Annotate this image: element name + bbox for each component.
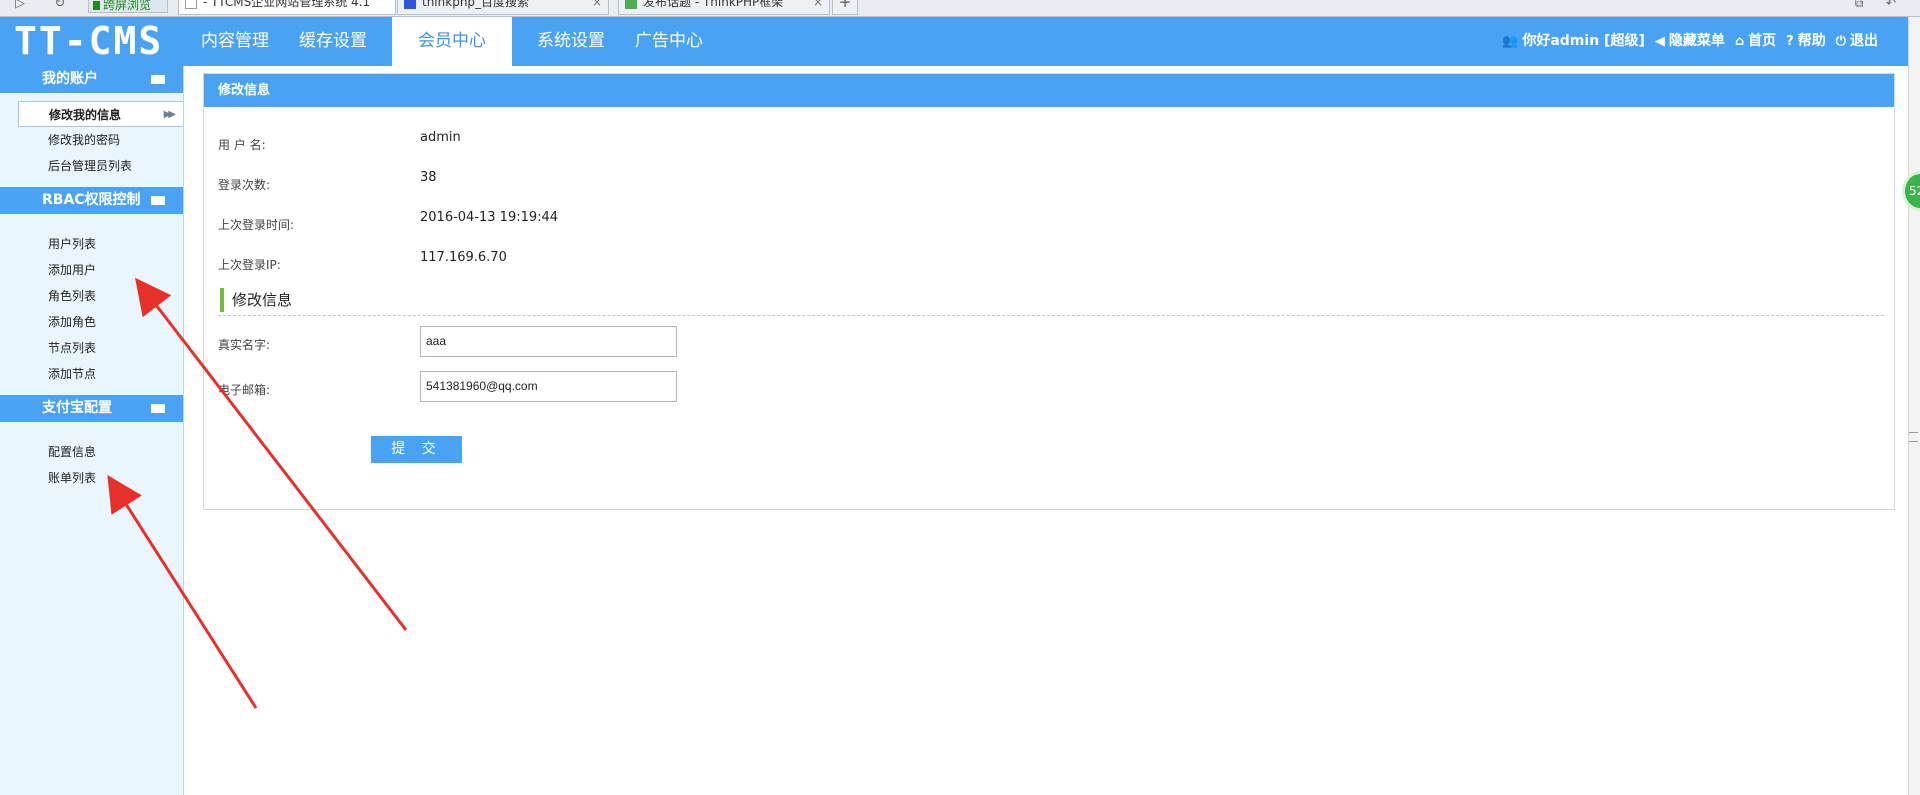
floating-badge[interactable]: 52 (1902, 171, 1920, 211)
sidebar-item-edit-my-info[interactable]: 修改我的信息 ▶▶ (18, 101, 183, 127)
close-icon[interactable]: × (813, 0, 823, 10)
username-value: admin (420, 130, 461, 145)
edit-info-panel: 修改信息 用 户 名: admin 登录次数: 38 上次登录时间: 2016-… (203, 73, 1895, 510)
section-title: 修改信息 (220, 288, 292, 312)
help-link[interactable]: 帮助 (1798, 17, 1826, 66)
page-icon (185, 0, 197, 9)
login-count-label: 登录次数: (218, 178, 271, 192)
sidebar-item-node-list[interactable]: 节点列表 (0, 335, 183, 361)
sidebar-item-add-role[interactable]: 添加角色 (0, 309, 183, 335)
sidebar-group-title: RBAC权限控制 (42, 192, 141, 208)
sidebar-group-title: 支付宝配置 (42, 400, 112, 416)
home-link[interactable]: 首页 (1748, 17, 1776, 66)
tab-label: 发布话题 - ThinkPHP框架 (643, 0, 784, 9)
email-label: 电子邮箱: (218, 383, 271, 397)
baidu-icon (404, 0, 416, 9)
tab-label: thinkphp_百度搜索 (422, 0, 530, 9)
sidebar-item-add-node[interactable]: 添加节点 (0, 361, 183, 387)
last-login-ip-value: 117.169.6.70 (420, 250, 507, 265)
right-scroll-rail[interactable] (1908, 17, 1920, 795)
help-icon: ? (1786, 34, 1794, 49)
nav-system-settings[interactable]: 系统设置 (522, 17, 620, 66)
logout-link[interactable]: 退出 (1850, 17, 1878, 66)
sidebar-item-add-user[interactable]: 添加用户 (0, 257, 183, 283)
main-nav: 内容管理 缓存设置 会员中心 系统设置 广告中心 (186, 17, 718, 66)
collapse-icon[interactable] (151, 404, 165, 413)
new-tab-button[interactable]: + (832, 0, 858, 15)
realname-label: 真实名字: (218, 338, 271, 352)
panel-title: 修改信息 (204, 74, 1894, 107)
sidebar-toggle-icon[interactable]: ▷ (10, 0, 30, 14)
browser-tab-ttcms[interactable]: - TTCMS企业网站管理系统 4.1 (178, 0, 396, 15)
submit-button[interactable]: 提 交 (371, 436, 462, 463)
sidebar-group-rbac[interactable]: RBAC权限控制 (0, 187, 183, 214)
sidebar-item-bill-list[interactable]: 账单列表 (0, 465, 183, 491)
browser-tab-thinkphp[interactable]: 发布话题 - ThinkPHP框架 × (618, 0, 830, 15)
nav-content-management[interactable]: 内容管理 (186, 17, 284, 66)
last-login-time-value: 2016-04-13 19:19:44 (420, 210, 559, 225)
browser-tab-strip: ▷ ↻ 跨屏浏览 - TTCMS企业网站管理系统 4.1 thinkphp_百度… (0, 0, 1920, 17)
sidebar-group-title: 我的账户 (42, 71, 98, 87)
close-icon[interactable]: × (592, 0, 602, 10)
last-login-time-label: 上次登录时间: (218, 218, 295, 232)
top-header: TT-CMS 内容管理 缓存设置 会员中心 系统设置 广告中心 👥 你好admi… (0, 17, 1908, 66)
user-greeting: 你好admin [超级] (1522, 33, 1645, 49)
double-arrow-icon: ▶▶ (163, 109, 177, 120)
tab-label: - TTCMS企业网站管理系统 4.1 (203, 0, 371, 9)
refresh-icon[interactable]: ↻ (50, 0, 70, 14)
browser-tab-baidu[interactable]: thinkphp_百度搜索 × (397, 0, 609, 15)
nav-ad-center[interactable]: 广告中心 (620, 17, 718, 66)
logo: TT-CMS (14, 19, 164, 63)
home-icon: ⌂ (1734, 34, 1745, 49)
nav-member-center[interactable]: 会员中心 (392, 17, 512, 66)
username-label: 用 户 名: (218, 138, 266, 152)
sidebar-item-user-list[interactable]: 用户列表 (0, 231, 183, 257)
left-arrow-icon: ◀ (1654, 34, 1665, 49)
divider (218, 315, 1884, 316)
grip-icon[interactable] (1909, 432, 1918, 442)
undo-icon[interactable]: ↶ (1882, 0, 1900, 14)
restore-icon[interactable]: ⧉ (1850, 0, 1868, 14)
edit-icon (625, 0, 637, 9)
users-icon: 👥 (1502, 34, 1519, 49)
split-browse-button[interactable]: 跨屏浏览 (88, 0, 168, 13)
form-area: 用 户 名: admin 登录次数: 38 上次登录时间: 2016-04-13… (204, 107, 1894, 510)
hide-menu-link[interactable]: 隐藏菜单 (1669, 17, 1725, 66)
collapse-icon[interactable] (151, 196, 165, 205)
collapse-icon[interactable] (151, 75, 165, 84)
user-bar: 👥 你好admin [超级] ◀ 隐藏菜单 ⌂ 首页 ? 帮助 ⏻ 退出 (1502, 17, 1884, 66)
sidebar-item-config-info[interactable]: 配置信息 (0, 439, 183, 465)
power-icon: ⏻ (1835, 34, 1846, 49)
sidebar-item-label: 修改我的信息 (49, 108, 122, 122)
last-login-ip-label: 上次登录IP: (218, 258, 281, 272)
sidebar-group-alipay[interactable]: 支付宝配置 (0, 395, 183, 422)
sidebar-item-edit-my-password[interactable]: 修改我的密码 (0, 127, 183, 153)
nav-cache-settings[interactable]: 缓存设置 (284, 17, 382, 66)
sidebar-group-my-account[interactable]: 我的账户 (0, 66, 183, 93)
realname-input[interactable]: aaa (420, 326, 677, 357)
sidebar-item-admin-list[interactable]: 后台管理员列表 (0, 153, 183, 179)
sidebar: 我的账户 修改我的信息 ▶▶ 修改我的密码 后台管理员列表 RBAC权限控制 用… (0, 66, 184, 795)
sidebar-item-role-list[interactable]: 角色列表 (0, 283, 183, 309)
login-count-value: 38 (420, 170, 437, 185)
email-input[interactable]: 541381960@qq.com (420, 371, 677, 402)
